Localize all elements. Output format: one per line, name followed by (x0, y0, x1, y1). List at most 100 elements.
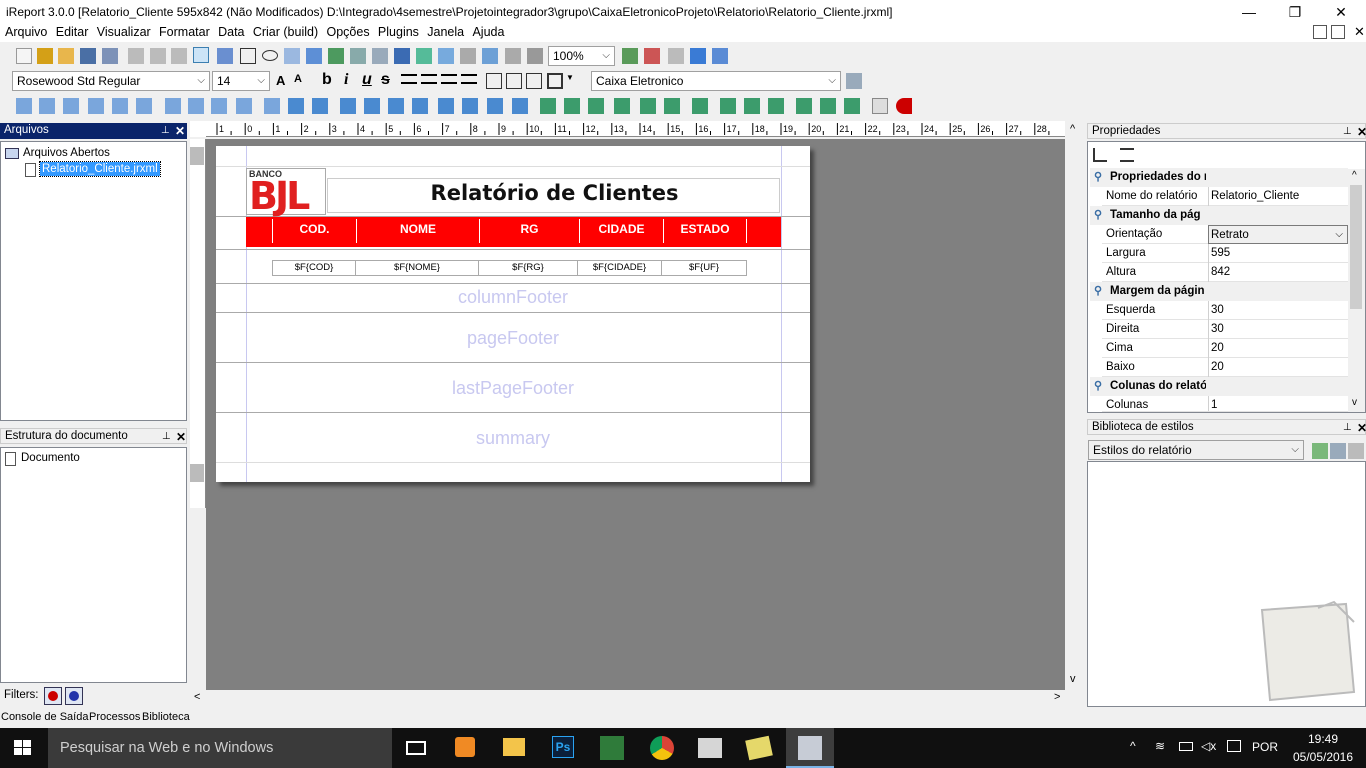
align-justify-icon[interactable] (461, 74, 477, 84)
prop-width[interactable]: Largura 595 (1102, 244, 1348, 263)
restore-icon[interactable] (1331, 25, 1345, 39)
zoom-in-icon[interactable] (622, 48, 638, 64)
copy-icon[interactable] (150, 48, 166, 64)
menu-opcoes[interactable]: Opções (321, 24, 369, 39)
same-width-max-icon[interactable] (188, 98, 204, 114)
pin-icon[interactable]: ⊥ (161, 125, 170, 136)
align-right-icon[interactable] (441, 74, 457, 84)
category-page-size[interactable]: ⚲ Tamanho da pág (1090, 206, 1348, 225)
center-horizontal-icon[interactable] (264, 98, 280, 114)
datasource-icon[interactable] (846, 73, 862, 89)
move-down-icon[interactable] (820, 98, 836, 114)
save-icon[interactable] (80, 48, 96, 64)
search-box[interactable]: Pesquisar na Web e no Windows (48, 728, 392, 768)
filter-toggle-1[interactable] (44, 687, 62, 705)
frame-icon[interactable] (372, 48, 388, 64)
font-decrease-icon[interactable]: A (294, 73, 310, 89)
menu-arquivo[interactable]: Arquivo (0, 24, 47, 39)
pointer-icon[interactable] (193, 47, 209, 63)
network-app-icon[interactable] (698, 738, 722, 758)
query-icon[interactable] (460, 48, 476, 64)
h-space-increase-icon[interactable] (364, 98, 380, 114)
tab-library[interactable]: Biblioteca (142, 711, 190, 723)
filter-toggle-2[interactable] (65, 687, 83, 705)
band-marker-title[interactable] (190, 147, 204, 165)
task-view-icon[interactable] (406, 741, 426, 755)
field-rg[interactable]: $F{RG} (478, 260, 578, 276)
properties-scrollbar[interactable]: ^ v (1348, 169, 1365, 412)
sorted-icon[interactable] (1120, 148, 1134, 162)
menu-criar[interactable]: Criar (build) (248, 24, 318, 39)
join-left-icon[interactable] (664, 98, 680, 114)
scroll-left-icon[interactable]: < (194, 691, 200, 703)
delete-style-icon[interactable] (1348, 443, 1364, 459)
same-width-min-icon[interactable] (211, 98, 227, 114)
line-icon[interactable] (217, 48, 233, 64)
adapt-bottom-icon[interactable] (614, 98, 630, 114)
header-nome[interactable]: NOME (356, 219, 479, 243)
organize-icon[interactable] (640, 98, 656, 114)
zoom-out-icon[interactable] (644, 48, 660, 64)
band-marker-summary[interactable] (190, 464, 204, 482)
scroll-thumb[interactable] (1350, 185, 1362, 309)
adapt-top-icon[interactable] (588, 98, 604, 114)
prop-margin-right[interactable]: Direita 30 (1102, 320, 1348, 339)
datasource-select[interactable]: Caixa Eletronico ⌵ (591, 71, 841, 91)
join-right-icon[interactable] (692, 98, 708, 114)
header-cidade[interactable]: CIDADE (579, 219, 663, 243)
field-nome[interactable]: $F{NOME} (355, 260, 479, 276)
align-bottom-edges-icon[interactable] (88, 98, 104, 114)
scroll-up-icon[interactable]: ^ (1352, 170, 1357, 181)
title-box[interactable]: Relatório de Clientes (327, 178, 780, 213)
center-page-icon[interactable] (312, 98, 328, 114)
valign-bottom-icon[interactable] (526, 73, 542, 89)
menu-janela[interactable]: Janela (422, 24, 464, 39)
chart-icon[interactable] (394, 48, 410, 64)
fit-band-icon[interactable] (720, 98, 736, 114)
fit-height-icon[interactable] (768, 98, 784, 114)
close-icon[interactable]: ✕ (175, 124, 185, 138)
new-icon[interactable] (16, 48, 32, 64)
field-uf[interactable]: $F{UF} (661, 260, 747, 276)
align-left-icon[interactable] (401, 74, 417, 84)
valign-top-icon[interactable] (486, 73, 502, 89)
subreport-icon[interactable] (438, 48, 454, 64)
page-icon[interactable] (872, 98, 888, 114)
categorized-icon[interactable] (1093, 148, 1107, 162)
expand-icon[interactable]: ⚲ (1094, 170, 1102, 183)
adapt-left-icon[interactable] (540, 98, 556, 114)
horizontal-scrollbar[interactable]: < > (190, 690, 1065, 707)
restore-button[interactable]: ❐ (1272, 0, 1318, 24)
fields-icon[interactable] (482, 48, 498, 64)
tab-processes[interactable]: Processos (89, 711, 140, 723)
font-size-select[interactable]: 14 ⌵ (212, 71, 270, 91)
close-button[interactable]: ✕ (1318, 0, 1364, 24)
align-vcenter-icon[interactable] (112, 98, 128, 114)
clock-time[interactable]: 19:49 (1295, 732, 1351, 746)
battery-icon[interactable] (1179, 742, 1193, 751)
ellipse-icon[interactable] (262, 50, 278, 61)
database-icon[interactable] (527, 48, 543, 64)
notes-app-icon[interactable] (745, 735, 773, 761)
map-app-icon[interactable] (600, 736, 624, 760)
notification-icon[interactable] (1227, 740, 1241, 752)
zoom-select[interactable]: 100% ⌵ (548, 46, 615, 66)
fit-width-icon[interactable] (744, 98, 760, 114)
menu-visualizar[interactable]: Visualizar (92, 24, 151, 39)
v-space-decrease-icon[interactable] (487, 98, 503, 114)
prop-report-name[interactable]: Nome do relatório Relatorio_Cliente (1102, 187, 1348, 206)
styles-select[interactable]: Estilos do relatório ⌵ (1088, 440, 1304, 460)
v-space-equal-icon[interactable] (438, 98, 454, 114)
center-vertical-icon[interactable] (288, 98, 304, 114)
text-field-icon[interactable] (306, 48, 322, 64)
close-icon[interactable]: ✕ (1357, 421, 1366, 435)
paste-icon[interactable] (171, 48, 187, 64)
border-dropdown-icon[interactable]: ▼ (566, 73, 582, 89)
chrome-icon[interactable] (650, 736, 674, 760)
wifi-icon[interactable]: ≋ (1155, 739, 1165, 753)
group-icon[interactable] (505, 48, 521, 64)
v-space-increase-icon[interactable] (462, 98, 478, 114)
prop-margin-bottom[interactable]: Baixo 20 (1102, 358, 1348, 377)
move-front-icon[interactable] (844, 98, 860, 114)
field-cod[interactable]: $F{COD} (272, 260, 356, 276)
